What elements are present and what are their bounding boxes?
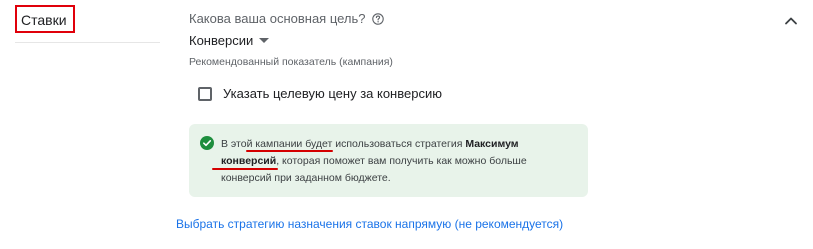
- recommended-metric-label: Рекомендованный показатель (кампания): [189, 56, 393, 68]
- goal-question: Какова ваша основная цель?: [189, 11, 384, 26]
- target-cost-option[interactable]: Указать целевую цену за конверсию: [198, 86, 442, 101]
- strategy-info-box: В этой кампании будет использоваться стр…: [189, 124, 588, 197]
- goal-question-label: Какова ваша основная цель?: [189, 11, 366, 26]
- section-divider: [15, 42, 160, 43]
- check-circle-icon: [200, 136, 214, 150]
- goal-dropdown[interactable]: Конверсии: [189, 31, 270, 49]
- strategy-highlight-underline: [212, 168, 278, 170]
- bidding-panel: Ставки Какова ваша основная цель? Конвер…: [0, 0, 813, 249]
- strategy-highlight-underline: [246, 150, 333, 152]
- goal-dropdown-value: Конверсии: [189, 32, 254, 48]
- info-text-before: В этой кампании будет использоваться стр…: [221, 138, 466, 150]
- section-title: Ставки: [15, 5, 75, 33]
- help-circle-icon[interactable]: [371, 12, 384, 25]
- caret-down-icon: [259, 37, 270, 43]
- chevron-up-icon[interactable]: [782, 12, 800, 30]
- target-cost-checkbox[interactable]: [198, 86, 212, 101]
- strategy-info-text: В этой кампании будет использоваться стр…: [221, 136, 571, 187]
- target-cost-checkbox-label: Указать целевую цену за конверсию: [223, 86, 442, 101]
- choose-strategy-link[interactable]: Выбрать стратегию назначения ставок напр…: [176, 217, 563, 231]
